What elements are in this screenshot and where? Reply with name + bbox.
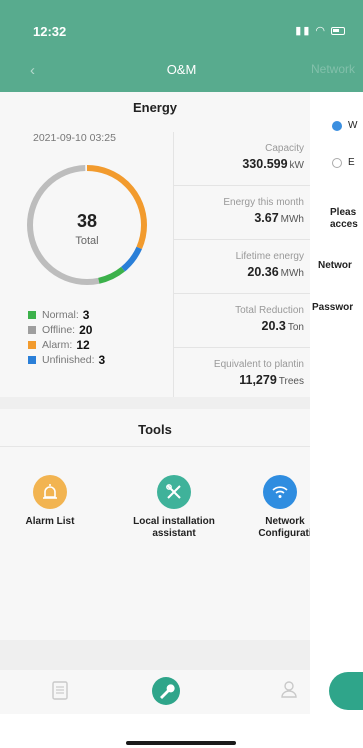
stat-capacity: Capacity 330.599 kW — [174, 132, 310, 186]
energy-title: Energy — [132, 100, 178, 115]
stat-total-reduction: Total Reduction 20.3 Ton — [174, 294, 310, 348]
tools-icon — [157, 475, 191, 509]
tool-local-installation[interactable]: Local installation assistant — [124, 475, 224, 540]
stat-value: 330.599 kW — [242, 157, 304, 171]
footer-strip — [0, 640, 310, 670]
report-icon — [52, 681, 68, 700]
stat-energy-month: Energy this month 3.67 MWh — [174, 186, 310, 240]
network-field-label: Networ — [318, 260, 352, 271]
wifi-config-icon — [263, 475, 297, 509]
tab-tools[interactable] — [151, 676, 181, 711]
legend-item-unfinished: Unfinished: 3 — [28, 352, 105, 367]
password-field-label: Passwor — [312, 302, 354, 313]
tab-report[interactable] — [52, 680, 68, 705]
tool-label: Alarm List — [25, 516, 75, 527]
signal-icon: ▮▮ — [295, 25, 312, 37]
stat-value: 20.3 Ton — [261, 319, 304, 333]
main-panel: Energy 2021-09-10 03:25 38 Total Normal:… — [0, 92, 312, 712]
battery-icon — [331, 26, 345, 35]
stat-value: 20.36 MWh — [247, 265, 304, 279]
tab-bar — [0, 670, 310, 714]
stat-label: Capacity — [265, 143, 304, 154]
legend-label: Unfinished: — [42, 353, 95, 366]
stat-value: 3.67 MWh — [254, 211, 304, 225]
stat-value: 11,279 Trees — [239, 373, 304, 387]
submit-button[interactable] — [329, 672, 363, 710]
tools-separator — [0, 446, 310, 447]
radio-option-1[interactable] — [332, 121, 342, 131]
legend-swatch-normal — [28, 310, 36, 319]
stat-label: Total Reduction — [235, 305, 304, 316]
tool-alarm-list[interactable]: Alarm List — [10, 475, 90, 528]
user-icon — [281, 681, 297, 698]
radio-option-2-label: E — [348, 157, 355, 168]
legend-value: 12 — [76, 337, 90, 352]
legend-label: Offline: — [42, 323, 76, 336]
alarm-icon — [33, 475, 67, 509]
legend-item-offline: Offline: 20 — [28, 322, 105, 337]
page-title: O&M — [166, 62, 197, 77]
hint-text-line-2: acces — [330, 219, 358, 230]
hint-text-line-1: Pleas — [330, 207, 357, 218]
radio-option-2[interactable] — [332, 158, 342, 168]
stat-lifetime-energy: Lifetime energy 20.36 MWh — [174, 240, 310, 294]
total-count: 38 — [76, 211, 98, 231]
status-bar: 12:32 ▮▮ ◠ — [0, 0, 363, 50]
radio-option-1-label: W — [348, 120, 358, 131]
tab-profile[interactable] — [280, 680, 298, 703]
stat-label: Energy this month — [223, 197, 304, 208]
network-link[interactable]: Network — [311, 62, 363, 76]
legend-item-alarm: Alarm: 12 — [28, 337, 105, 352]
tool-label: Local installation assistant — [133, 516, 215, 539]
status-time: 12:32 — [33, 24, 67, 39]
legend-label: Alarm: — [42, 338, 73, 351]
tool-network-config[interactable]: Network Configurati — [250, 475, 312, 540]
legend-swatch-offline — [28, 325, 36, 334]
status-legend: Normal: 3 Offline: 20 Alarm: 12 Unfinish… — [28, 307, 105, 367]
legend-label: Normal: — [42, 308, 79, 321]
energy-date: 2021-09-10 03:25 — [33, 132, 116, 144]
tools-title: Tools — [138, 422, 172, 437]
legend-swatch-alarm — [28, 340, 36, 349]
legend-value: 3 — [82, 307, 90, 322]
energy-stats: Capacity 330.599 kW Energy this month 3.6… — [173, 132, 310, 402]
legend-value: 20 — [79, 322, 93, 337]
total-label: Total — [75, 235, 99, 247]
header-bar: 12:32 ▮▮ ◠ ‹ O&M Network — [0, 0, 363, 92]
home-indicator — [126, 741, 236, 745]
wifi-icon: ◠ — [315, 25, 327, 37]
stat-label: Equivalent to plantin — [213, 359, 304, 370]
network-config-panel: W E Pleas acces Networ Passwor — [310, 92, 363, 748]
wrench-icon — [152, 677, 180, 705]
status-icons: ▮▮ ◠ — [295, 24, 345, 37]
section-divider — [0, 397, 310, 409]
legend-item-normal: Normal: 3 — [28, 307, 105, 322]
legend-value: 3 — [98, 352, 106, 367]
stat-label: Lifetime energy — [235, 251, 304, 262]
stat-trees: Equivalent to plantin 11,279 Trees — [174, 348, 310, 402]
legend-swatch-unfinished — [28, 355, 36, 364]
